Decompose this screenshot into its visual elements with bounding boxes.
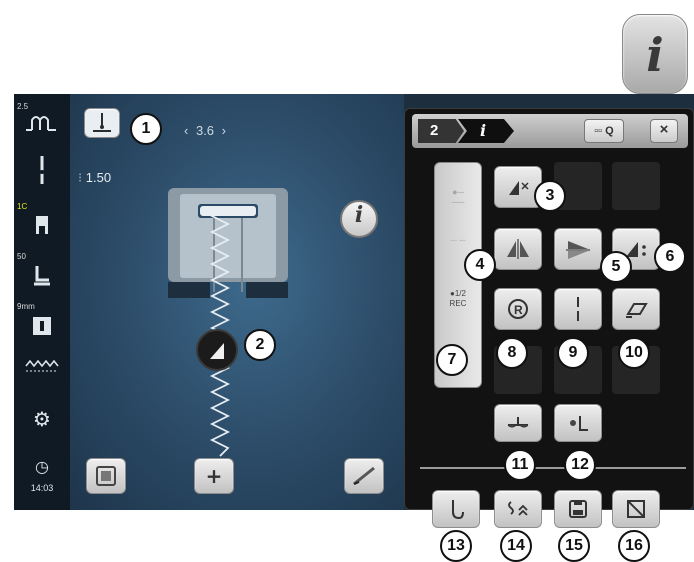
info-button[interactable]: i [622,14,688,94]
callout-11: 11 [504,449,536,481]
stitch-plate-icon[interactable]: 9mm [14,302,70,338]
needle-up-button[interactable] [432,490,480,528]
status-sidebar: 2.5 1C 50 9mm ⚙ ◷ 14:03 [14,94,70,510]
clock-icon: ◷ 14:03 [30,457,54,493]
callout-4: 4 [464,249,496,281]
svg-text:R: R [514,303,523,317]
needle-position-button[interactable] [84,108,120,138]
callout-6: 6 [654,241,686,273]
permanent-reverse-button[interactable] [612,288,660,330]
callout-2: 2 [244,329,276,361]
add-button[interactable]: + [194,458,234,494]
pattern-start-marker[interactable] [196,329,238,371]
callout-14: 14 [500,530,532,562]
needle-stop-icon[interactable]: 50 [14,252,70,288]
save-button[interactable] [554,490,602,528]
feed-dog-icon[interactable] [14,352,70,380]
callout-10: 10 [618,337,650,369]
rec-label: ●1/2 REC [449,289,467,308]
empty-cell [612,162,660,210]
edit-pattern-button[interactable] [344,458,384,494]
callout-1: 1 [130,113,162,145]
multifunction-button[interactable] [494,490,542,528]
clock-time: 14:03 [30,483,54,493]
needle-icon[interactable] [14,152,70,188]
stitch-count-button[interactable] [554,404,602,442]
setup-gear-icon[interactable]: ⚙ [14,408,70,438]
panel-divider [420,467,686,469]
close-button[interactable]: × [650,119,678,143]
info-button-workspace[interactable]: i [340,200,378,238]
callout-7: 7 [436,344,468,376]
callout-16: 16 [618,530,650,562]
callout-5: 5 [600,251,632,283]
needle-stop-button[interactable] [554,288,602,330]
stitch-width-icon[interactable]: 2.5 [14,102,70,138]
reset-view-button[interactable] [86,458,126,494]
pattern-begin-button[interactable]: R [494,288,542,330]
tab-2[interactable]: 2 [418,119,464,143]
callout-3: 3 [534,180,566,212]
presser-foot-icon[interactable]: 1C [14,202,70,238]
mirror-left-right-button[interactable] [494,228,542,270]
callout-15: 15 [558,530,590,562]
stitch-length-display[interactable]: ‹ 3.6 › [184,123,244,143]
needle-width-display: ⁝ 1.50 [78,170,112,185]
mirror-up-down-button[interactable] [554,228,602,270]
callout-12: 12 [564,449,596,481]
callout-13: 13 [440,530,472,562]
delete-button[interactable] [612,490,660,528]
balance-button[interactable] [494,404,542,442]
callout-9: 9 [557,337,589,369]
callout-8: 8 [496,337,528,369]
zoom-button[interactable]: ▫▫ Q [584,119,624,143]
